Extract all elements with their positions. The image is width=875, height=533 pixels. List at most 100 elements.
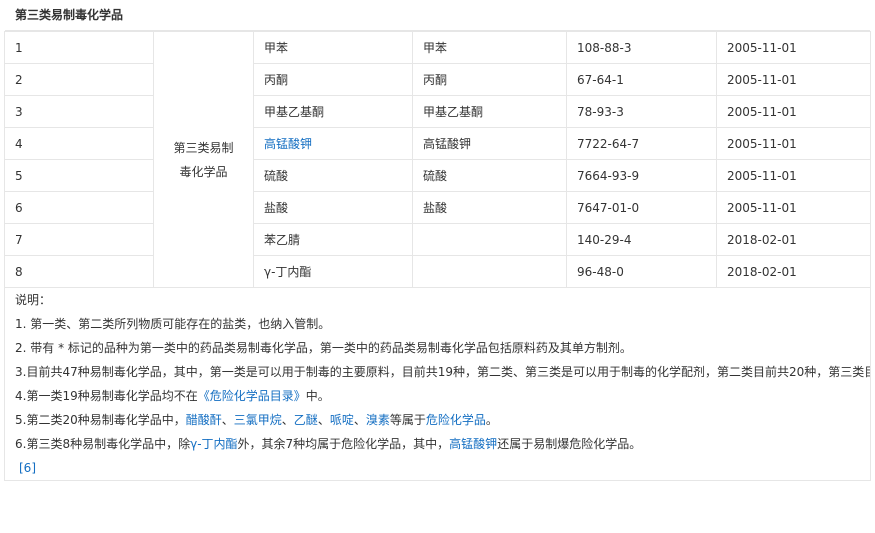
hazardous-catalog-link[interactable]: 《危险化学品目录》	[198, 389, 306, 403]
chemical-name-cell-text: 甲基乙基酮	[264, 105, 325, 119]
effective-date-cell: 2005-11-01	[716, 63, 871, 96]
row-number-cell-text: 2	[15, 72, 23, 87]
note-4-text: 4.第一类19种易制毒化学品均不在	[15, 389, 198, 403]
row-number-cell: 5	[4, 159, 154, 192]
note-6: 6.第三类8种易制毒化学品中，除γ-丁内酯外，其余7种均属于危险化学品，其中，高…	[15, 432, 860, 456]
row-number-cell-text: 6	[15, 200, 23, 215]
chemical-table-section: 第三类易制毒化学品 1 第三类易制 毒化学品 甲苯 甲苯 108-88-3 2005-11-…	[4, 0, 871, 481]
chemical-alias-cell: 硫酸	[412, 159, 567, 192]
table-row: 2 丙酮 丙酮 67-64-1 2005-11-01	[4, 63, 871, 96]
effective-date-cell-text: 2018-02-01	[727, 264, 797, 279]
separator: 、	[317, 413, 330, 427]
separator: 、	[221, 413, 234, 427]
cas-number-cell: 96-48-0	[566, 255, 717, 288]
table-body: 1 第三类易制 毒化学品 甲苯 甲苯 108-88-3 2005-11-01 2 丙酮 丙酮 67-…	[4, 31, 871, 288]
cas-number-cell-text: 67-64-1	[577, 72, 624, 87]
category-label: 毒化学品	[179, 164, 228, 179]
row-number-cell: 4	[4, 127, 154, 160]
row-number-cell-text: 3	[15, 104, 23, 119]
hazardous-chemicals-link[interactable]: 危险化学品	[426, 413, 486, 427]
note-5-text-mid: 等属于	[389, 413, 426, 427]
row-number-cell: 3	[4, 95, 154, 128]
notes-cell: 说明： 1. 第一类、第二类所列物质可能存在的盐类，也纳入管制。 2. 带有 *…	[4, 287, 871, 481]
effective-date-cell: 2005-11-01	[716, 31, 871, 64]
cas-number-cell-text: 7664-93-9	[577, 168, 640, 183]
notes-row: 说明： 1. 第一类、第二类所列物质可能存在的盐类，也纳入管制。 2. 带有 *…	[4, 287, 871, 481]
chemical-alias-cell: 丙酮	[412, 63, 567, 96]
cas-number-cell: 140-29-4	[566, 223, 717, 256]
cas-number-cell-text: 7647-01-0	[577, 200, 640, 215]
ether-link[interactable]: 乙醚	[294, 413, 318, 427]
chemical-alias-cell	[412, 255, 567, 288]
cas-number-cell: 67-64-1	[566, 63, 717, 96]
note-3: 3.目前共47种易制毒化学品，其中，第一类是可以用于制毒的主要原料，目前共19种…	[15, 365, 871, 379]
chemical-name-cell-text: 盐酸	[264, 201, 289, 215]
effective-date-cell: 2018-02-01	[716, 223, 871, 256]
table-row: 4 高锰酸钾 高锰酸钾 7722-64-7 2005-11-01	[4, 127, 871, 160]
piperidine-link[interactable]: 哌啶	[330, 413, 354, 427]
effective-date-cell: 2018-02-01	[716, 255, 871, 288]
chemical-table: 1 第三类易制 毒化学品 甲苯 甲苯 108-88-3 2005-11-01 2 丙酮 丙酮 67-…	[4, 31, 871, 481]
table-row: 3 甲基乙基酮 甲基乙基酮 78-93-3 2005-11-01	[4, 95, 871, 128]
effective-date-cell-text: 2005-11-01	[727, 104, 797, 119]
chemical-alias-cell-text: 盐酸	[423, 201, 448, 215]
potassium-permanganate-link[interactable]: 高锰酸钾	[449, 437, 497, 451]
row-number-cell-text: 7	[15, 232, 23, 247]
separator: 、	[353, 413, 366, 427]
cas-number-cell: 7647-01-0	[566, 191, 717, 224]
notes-heading: 说明：	[15, 293, 52, 307]
chloroform-link[interactable]: 三氯甲烷	[234, 413, 282, 427]
row-number-cell: 6	[4, 191, 154, 224]
chemical-alias-cell-text: 甲基乙基酮	[423, 105, 484, 119]
reference-link[interactable]: [6]	[19, 461, 36, 475]
cas-number-cell: 7722-64-7	[566, 127, 717, 160]
acetic-anhydride-link[interactable]: 醋酸酐	[186, 413, 222, 427]
chemical-name-cell: 丙酮	[253, 63, 413, 96]
chemical-name-cell[interactable]: 高锰酸钾	[253, 127, 413, 160]
bromine-link[interactable]: 溴素	[366, 413, 390, 427]
cas-number-cell-text: 78-93-3	[577, 104, 624, 119]
chemical-name-cell-text: 丙酮	[264, 73, 289, 87]
chemical-name-cell: 甲基乙基酮	[253, 95, 413, 128]
row-number-cell-text: 8	[15, 264, 23, 279]
chemical-name-cell-text: 苯乙腈	[264, 233, 301, 247]
table-row: 7 苯乙腈 140-29-4 2018-02-01	[4, 223, 871, 256]
note-6-text: 6.第三类8种易制毒化学品中，除	[15, 437, 191, 451]
row-number-cell: 2	[4, 63, 154, 96]
chemical-name-cell: 盐酸	[253, 191, 413, 224]
row-number-cell: 8	[4, 255, 154, 288]
chemical-name-cell: 苯乙腈	[253, 223, 413, 256]
note-1: 1. 第一类、第二类所列物质可能存在的盐类，也纳入管制。	[15, 317, 331, 331]
cas-number-cell: 7664-93-9	[566, 159, 717, 192]
chemical-alias-cell-text: 高锰酸钾	[423, 137, 472, 151]
gamma-butyrolactone-link[interactable]: γ-丁内酯	[190, 437, 237, 451]
row-number-cell-text: 1	[15, 40, 23, 55]
section-title: 第三类易制毒化学品	[5, 0, 870, 31]
cas-number-cell: 78-93-3	[566, 95, 717, 128]
effective-date-cell: 2005-11-01	[716, 127, 871, 160]
cas-number-cell-text: 96-48-0	[577, 264, 624, 279]
note-5-text-end: 。	[485, 413, 498, 427]
effective-date-cell-text: 2005-11-01	[727, 40, 797, 55]
chemical-name-cell-text[interactable]: 高锰酸钾	[264, 137, 312, 151]
note-6-text-mid: 外，其余7种均属于危险化学品，其中，	[237, 437, 450, 451]
chemical-alias-cell-text: 丙酮	[423, 73, 448, 87]
separator: 、	[281, 413, 294, 427]
note-5-text: 5.第二类20种易制毒化学品中，	[15, 413, 186, 427]
note-5: 5.第二类20种易制毒化学品中，醋酸酐、三氯甲烷、乙醚、哌啶、溴素等属于危险化学…	[15, 408, 860, 432]
cas-number-cell-text: 140-29-4	[577, 232, 632, 247]
chemical-name-cell: γ-丁内酯	[253, 255, 413, 288]
table-row: 1 第三类易制 毒化学品 甲苯 甲苯 108-88-3 2005-11-01	[4, 31, 871, 288]
chemical-name-cell-text: 硫酸	[264, 169, 289, 183]
reference-line: [6]	[15, 456, 860, 480]
effective-date-cell: 2005-11-01	[716, 191, 871, 224]
cas-number-cell-text: 7722-64-7	[577, 136, 640, 151]
chemical-alias-cell: 甲基乙基酮	[412, 95, 567, 128]
effective-date-cell-text: 2005-11-01	[727, 136, 797, 151]
effective-date-cell: 2005-11-01	[716, 159, 871, 192]
note-6-text-end: 还属于易制爆危险化学品。	[497, 437, 642, 451]
note-4: 4.第一类19种易制毒化学品均不在《危险化学品目录》中。	[15, 384, 860, 408]
effective-date-cell-text: 2005-11-01	[727, 72, 797, 87]
row-number-cell: 7	[4, 223, 154, 256]
note-2: 2. 带有 * 标记的品种为第一类中的药品类易制毒化学品，第一类中的药品类易制毒…	[15, 341, 632, 355]
